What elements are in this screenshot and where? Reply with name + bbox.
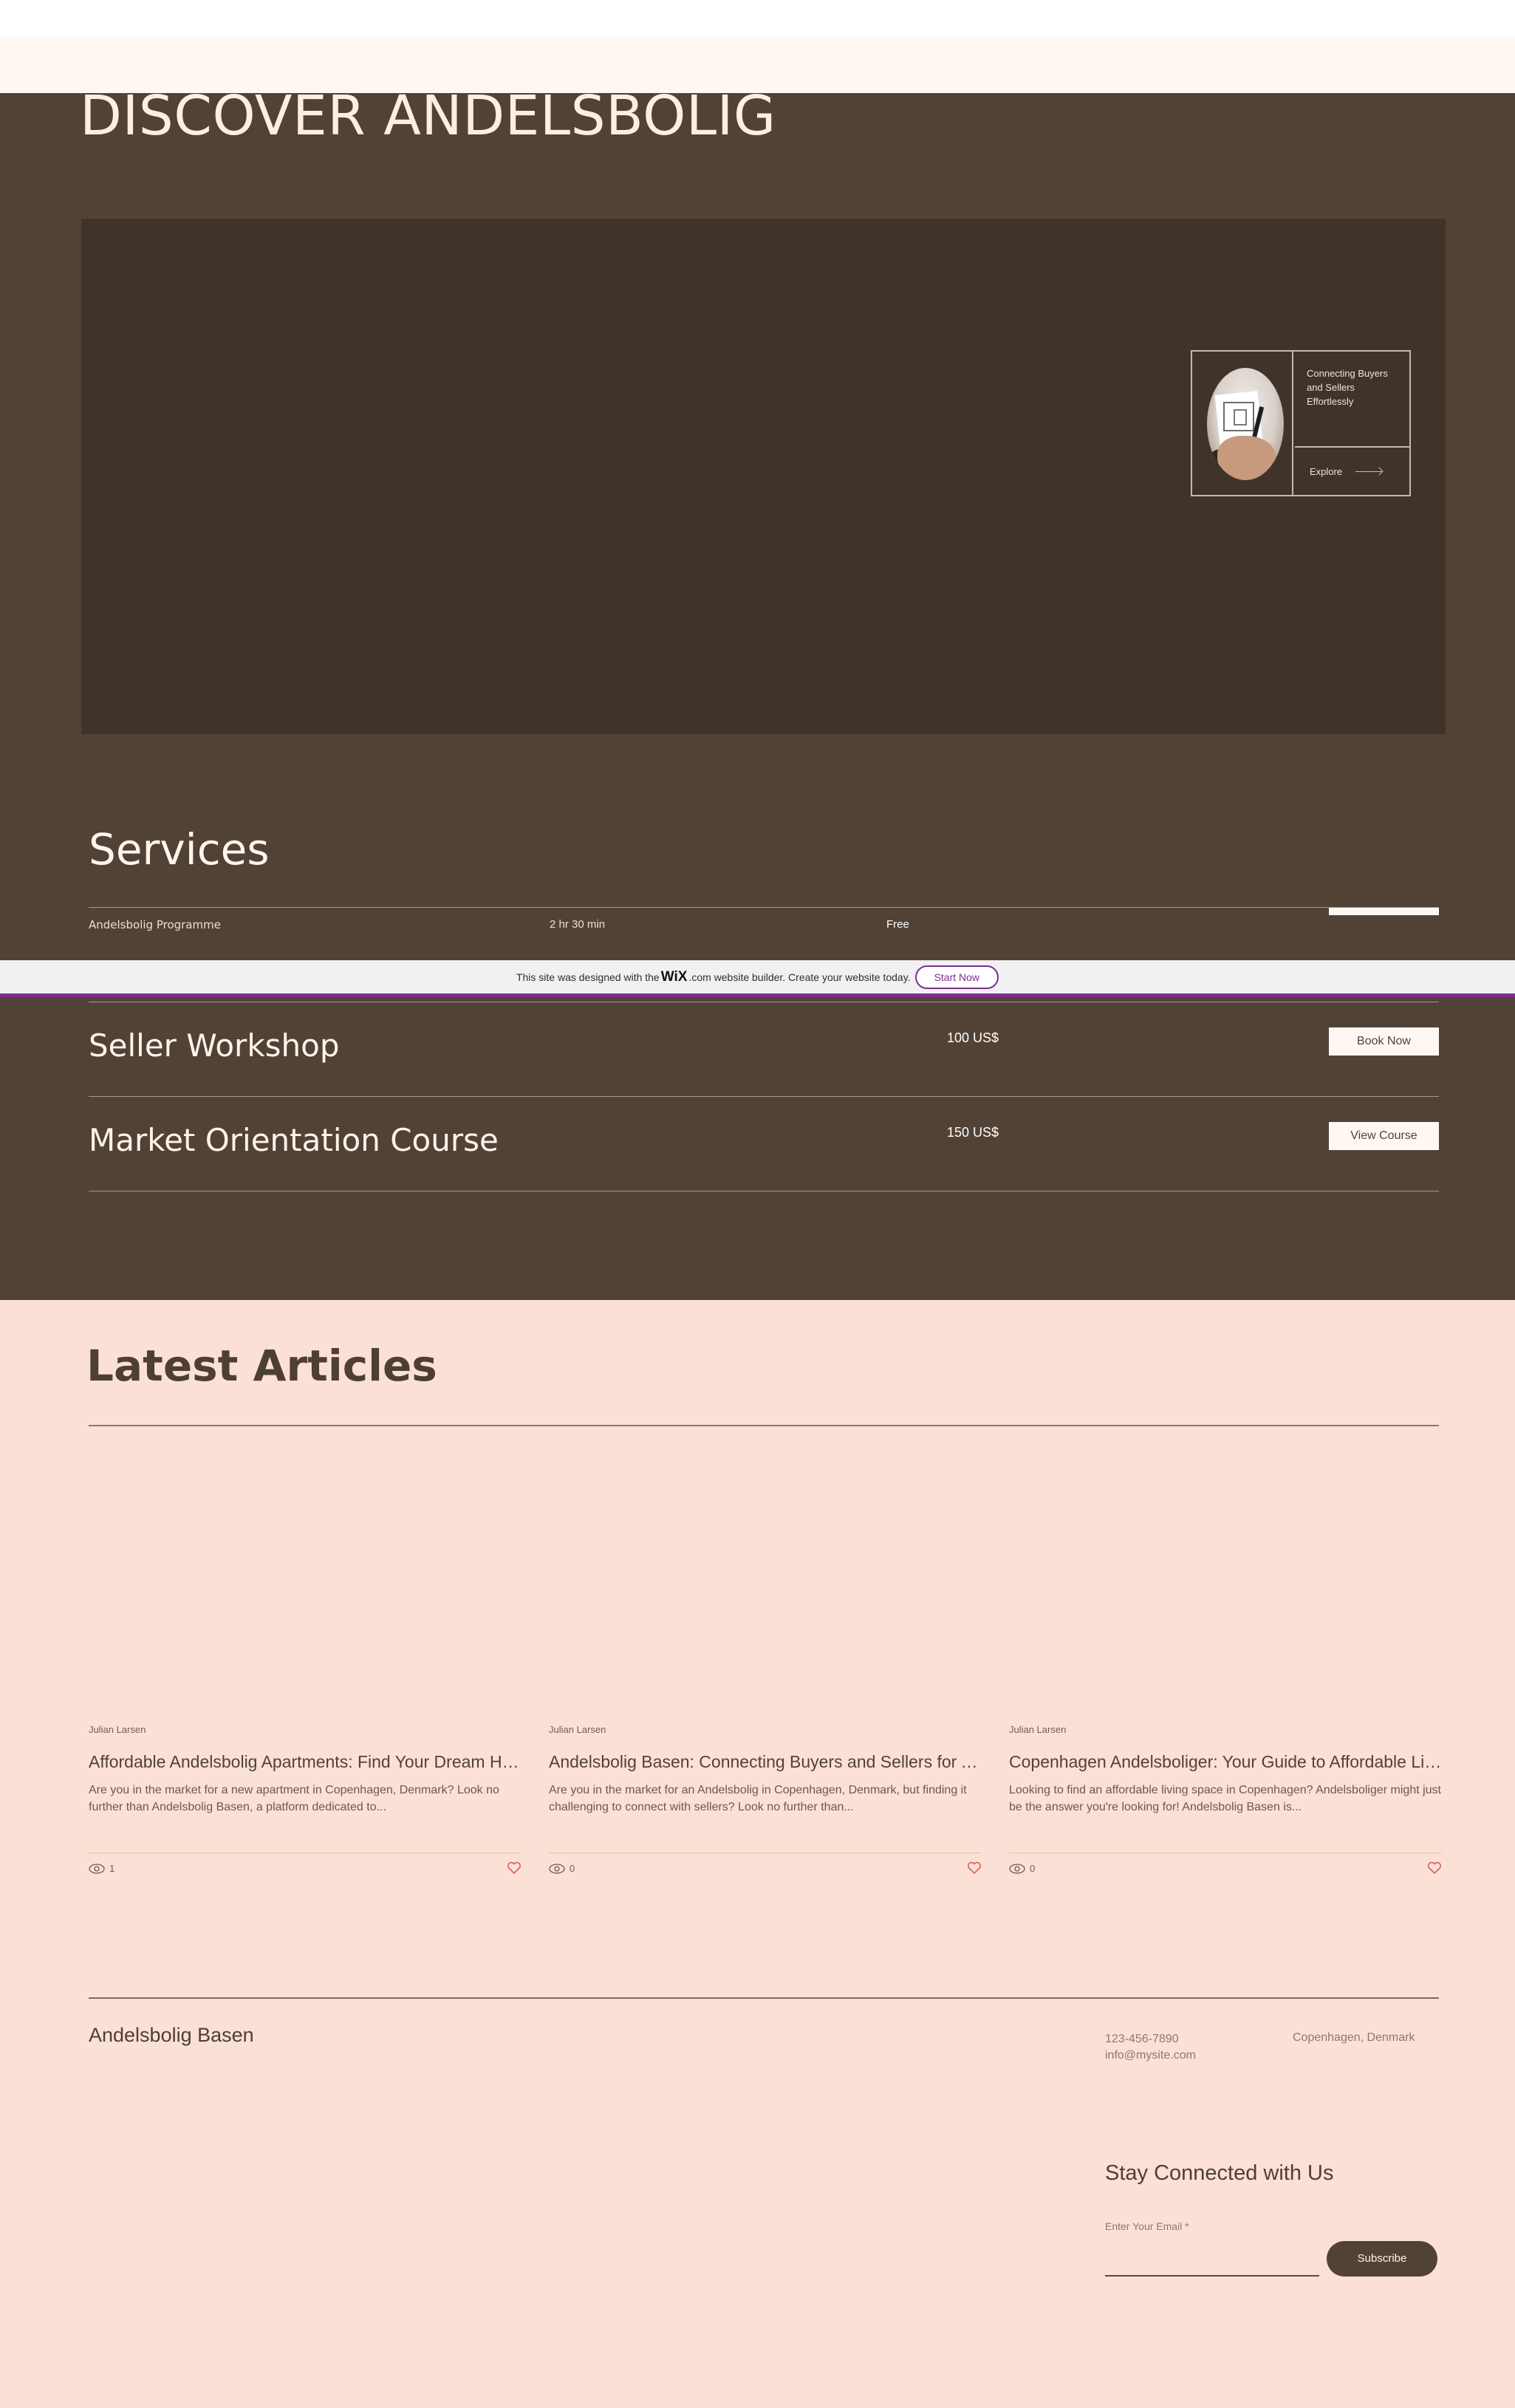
floor-plan-image [1207, 368, 1284, 480]
service-duration: 2 hr 30 min [550, 918, 606, 931]
site-header [0, 37, 1515, 93]
article-excerpt: Looking to find an affordable living spa… [1009, 1784, 1441, 1813]
service-name: Market Orientation Course [89, 1122, 499, 1158]
book-button[interactable] [1329, 908, 1439, 915]
article-excerpt: Are you in the market for a new apartmen… [89, 1784, 499, 1813]
book-now-button[interactable]: Book Now [1329, 1027, 1439, 1056]
service-name: Andelsbolig Programme [89, 918, 221, 931]
hero-services-section: DISCOVER ANDELSBOLIG Connecting Buyers a… [0, 93, 1515, 1300]
articles-divider [89, 1425, 1439, 1426]
promo-image-cell [1192, 352, 1293, 495]
article-card[interactable]: Julian Larsen Affordable Andelsbolig Apa… [89, 1477, 521, 1891]
views-count: 0 [570, 1863, 575, 1874]
explore-label: Explore [1310, 465, 1343, 477]
wix-banner-text-before: This site was designed with the [516, 971, 660, 983]
article-title[interactable]: Affordable Andelsbolig Apartments: Find … [89, 1752, 521, 1772]
promo-card: Connecting Buyers and Sellers Effortless… [1191, 350, 1411, 496]
start-now-button[interactable]: Start Now [914, 965, 999, 989]
footer-divider [89, 1997, 1439, 1999]
service-price: Free [886, 918, 909, 931]
views-count: 1 [109, 1863, 115, 1874]
service-row: Market Orientation Course 150 US$ View C… [89, 1097, 1439, 1191]
explore-link[interactable]: Explore [1295, 448, 1411, 495]
heart-icon[interactable] [507, 1861, 521, 1875]
view-course-button[interactable]: View Course [1329, 1122, 1439, 1150]
footer-phone: 123-456-7890 [1105, 2033, 1179, 2045]
footer-brand[interactable]: Andelsbolig Basen [89, 2024, 254, 2047]
promo-text: Connecting Buyers and Sellers Effortless… [1295, 352, 1411, 448]
heart-icon[interactable] [1427, 1861, 1442, 1875]
browser-top-spacer [0, 0, 1515, 37]
footer-email[interactable]: info@mysite.com [1105, 2048, 1196, 2064]
article-views: 0 [1009, 1863, 1035, 1874]
articles-title: Latest Articles [86, 1341, 437, 1391]
article-title[interactable]: Andelsbolig Basen: Connecting Buyers and… [549, 1752, 982, 1772]
footer-contact: 123-456-7890 info@mysite.com [1105, 2031, 1196, 2064]
article-card[interactable]: Julian Larsen Copenhagen Andelsboliger: … [1009, 1477, 1442, 1891]
article-author: Julian Larsen [1009, 1724, 1067, 1735]
footer-city: Copenhagen, Denmark [1293, 2031, 1415, 2044]
eye-icon [89, 1863, 105, 1874]
article-views: 0 [549, 1863, 575, 1874]
article-title[interactable]: Copenhagen Andelsboliger: Your Guide to … [1009, 1752, 1442, 1772]
article-views: 1 [89, 1863, 114, 1874]
email-label: Enter Your Email * [1105, 2220, 1189, 2232]
wix-ad-banner: This site was designed with the WiX .com… [0, 960, 1515, 997]
email-input[interactable] [1105, 2238, 1319, 2277]
service-price: 100 US$ [947, 1030, 999, 1045]
article-excerpt: Are you in the market for an Andelsbolig… [549, 1784, 967, 1813]
service-price: 150 US$ [947, 1125, 999, 1140]
views-count: 0 [1030, 1863, 1036, 1874]
article-author: Julian Larsen [89, 1724, 146, 1735]
eye-icon [1009, 1863, 1025, 1874]
article-card[interactable]: Julian Larsen Andelsbolig Basen: Connect… [549, 1477, 982, 1891]
wix-logo[interactable]: WiX [661, 969, 688, 985]
newsletter-title: Stay Connected with Us [1105, 2161, 1334, 2185]
service-row: Seller Workshop 100 US$ Book Now [89, 1002, 1439, 1097]
eye-icon [549, 1863, 565, 1874]
wix-banner-text-after: .com website builder. Create your websit… [688, 971, 911, 983]
section-curve-divider [0, 1241, 1515, 1300]
service-name: Seller Workshop [89, 1027, 340, 1064]
hero-title: DISCOVER ANDELSBOLIG [80, 93, 776, 148]
heart-icon[interactable] [967, 1861, 982, 1875]
article-author: Julian Larsen [549, 1724, 606, 1735]
services-title: Services [89, 824, 270, 875]
subscribe-button[interactable]: Subscribe [1327, 2241, 1437, 2277]
arrow-right-icon [1355, 471, 1383, 472]
